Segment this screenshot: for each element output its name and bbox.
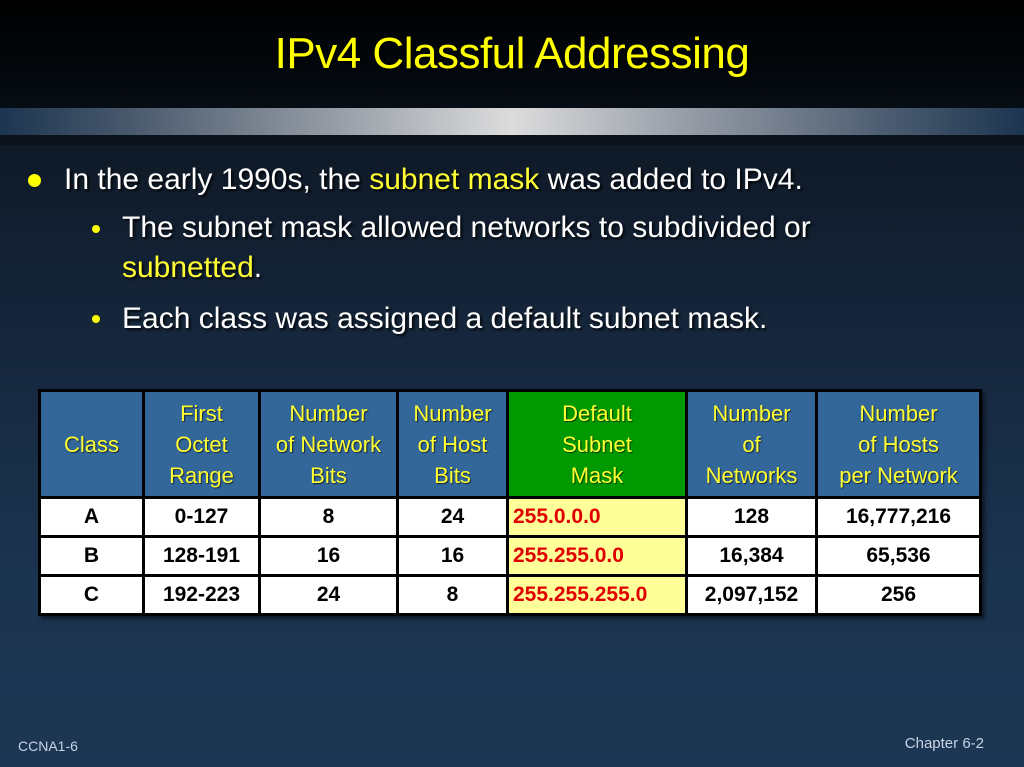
cell-default-subnet-mask: 255.255.255.0: [506, 574, 688, 616]
cell-first-octet-range: 0-127: [142, 496, 261, 538]
bullet-main-highlight: subnet mask: [369, 163, 540, 196]
header-line: Number: [289, 400, 368, 426]
bullet-dot-icon: [28, 174, 41, 187]
bullet-main-text-end: was added to IPv4.: [539, 163, 803, 196]
cell-number-of-networks: 128: [685, 496, 818, 538]
title-divider-bar: [0, 108, 1024, 135]
footer-page-label: Chapter 6-2: [904, 735, 984, 752]
sub-bullet-1: The subnet mask allowed networks to subd…: [122, 208, 922, 288]
header-line: First: [180, 400, 223, 426]
cell-network-bits: 16: [258, 535, 399, 577]
table-header-row: Class First Octet Range Number of Network Bits…: [38, 389, 982, 499]
cell-hosts-per-network: 65,536: [815, 535, 982, 577]
cell-class: B: [38, 535, 145, 577]
header-line: Default: [562, 400, 632, 426]
cell-host-bits: 24: [396, 496, 509, 538]
bullet-main: In the early 1990s, the subnet mask was …: [64, 160, 803, 200]
header-line: of Hosts: [858, 431, 939, 457]
slide-title: IPv4 Classful Addressing: [274, 29, 750, 78]
table-row: B 128-191 16 16 255.255.0.0 16,384 65,536: [38, 535, 982, 577]
cell-network-bits: 8: [258, 496, 399, 538]
cell-default-subnet-mask: 255.255.0.0: [506, 535, 688, 577]
header-number-of-networks: Number of Networks: [685, 389, 818, 499]
header-line: Bits: [434, 462, 471, 488]
cell-first-octet-range: 192-223: [142, 574, 261, 616]
header-line: of Network: [275, 431, 382, 457]
cell-hosts-per-network: 256: [815, 574, 982, 616]
classful-table-container: Class First Octet Range Number of Network Bits…: [38, 389, 982, 616]
cell-hosts-per-network: 16,777,216: [815, 496, 982, 538]
cell-number-of-networks: 16,384: [685, 535, 818, 577]
sub-bullet-1-text: The subnet mask allowed networks to subd…: [122, 211, 811, 244]
header-line: Number: [413, 400, 492, 426]
header-line: Subnet: [562, 431, 632, 457]
cell-host-bits: 8: [396, 574, 509, 616]
header-line: Number: [712, 400, 791, 426]
sub-bullet-1-end: .: [253, 251, 263, 284]
header-default-subnet-mask: Default Subnet Mask: [506, 389, 688, 499]
sub-bullet-2: Each class was assigned a default subnet…: [122, 299, 922, 339]
header-line: Octet: [175, 431, 228, 457]
header-first-octet-range: First Octet Range: [142, 389, 261, 499]
header-line: per Network: [839, 462, 958, 488]
cell-default-subnet-mask: 255.0.0.0: [506, 496, 688, 538]
header-line: Bits: [310, 462, 347, 488]
header-line: Class: [63, 431, 119, 457]
cell-number-of-networks: 2,097,152: [685, 574, 818, 616]
sub-bullet-dot-icon: [92, 225, 100, 233]
header-line: Number: [859, 400, 938, 426]
header-hosts-per-network: Number of Hosts per Network: [815, 389, 982, 499]
header-line: of Host: [417, 431, 488, 457]
header-network-bits: Number of Network Bits: [258, 389, 399, 499]
header-host-bits: Number of Host Bits: [396, 389, 509, 499]
sub-bullet-2-text: Each class was assigned a default subnet…: [122, 302, 768, 335]
cell-class: A: [38, 496, 145, 538]
header-line: Mask: [570, 462, 624, 488]
table-row: A 0-127 8 24 255.0.0.0 128 16,777,216: [38, 496, 982, 538]
header-line: Networks: [705, 462, 798, 488]
cell-network-bits: 24: [258, 574, 399, 616]
bullet-main-text: In the early 1990s, the: [64, 163, 370, 196]
cell-first-octet-range: 128-191: [142, 535, 261, 577]
header-class: Class: [38, 389, 145, 499]
sub-bullet-dot-icon: [92, 315, 100, 323]
table-row: C 192-223 24 8 255.255.255.0 2,097,152 256: [38, 574, 982, 616]
divider-shadow: [0, 135, 1024, 145]
cell-class: C: [38, 574, 145, 616]
header-line: of: [742, 431, 761, 457]
cell-host-bits: 16: [396, 535, 509, 577]
classful-addressing-table: Class First Octet Range Number of Network Bits…: [38, 389, 982, 616]
sub-bullet-1-highlight: subnetted: [122, 251, 254, 284]
header-line: Range: [169, 462, 234, 488]
footer-course-label: CCNA1-6: [18, 738, 78, 754]
